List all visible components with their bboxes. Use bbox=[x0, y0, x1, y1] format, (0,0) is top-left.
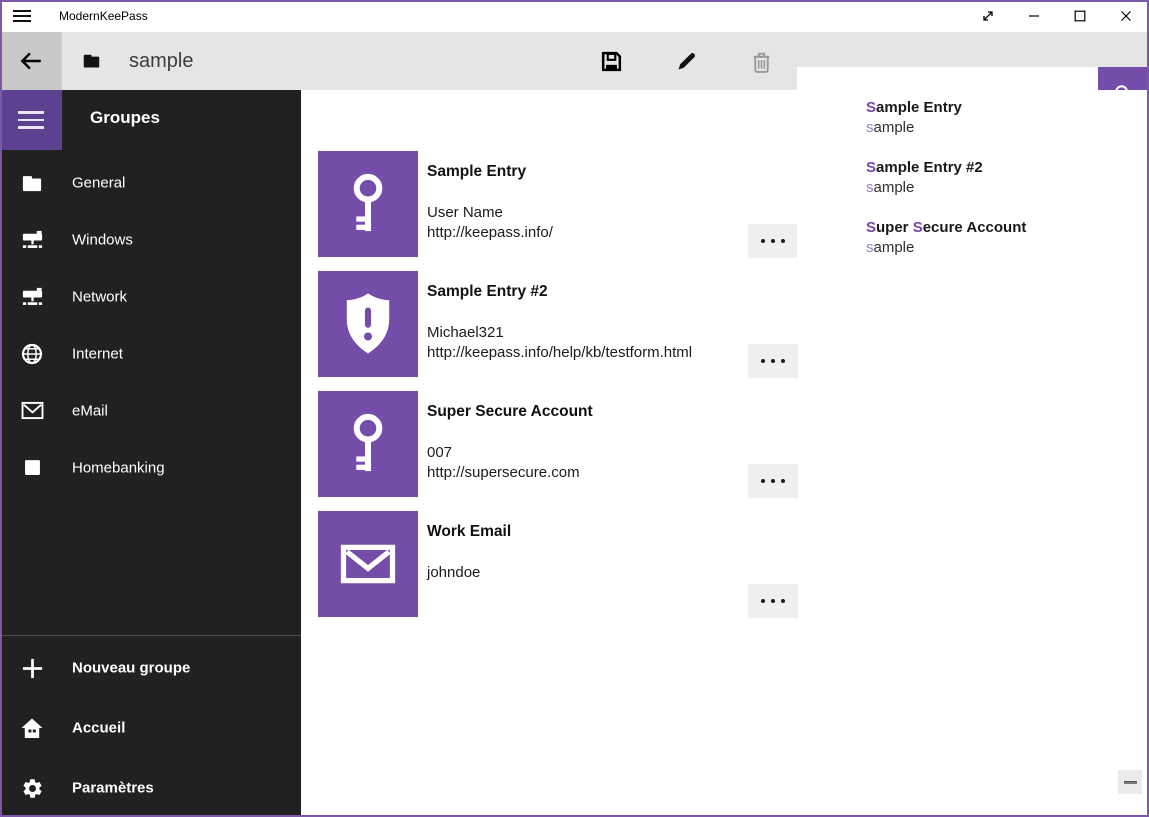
plus-icon bbox=[20, 656, 44, 680]
more-button[interactable] bbox=[748, 584, 798, 618]
entry-title: Work Email bbox=[427, 523, 511, 541]
highlighted-text: S bbox=[913, 219, 923, 236]
titlebar: ModernKeePass bbox=[0, 0, 1149, 32]
sidebar: Groupes General Windows Network Internet… bbox=[0, 90, 301, 817]
entry-url: http://keepass.info/ bbox=[427, 223, 553, 243]
ellipsis-icon bbox=[761, 479, 765, 483]
minimize-button[interactable] bbox=[1011, 0, 1057, 32]
sidebar-item-general[interactable]: General bbox=[0, 154, 301, 211]
back-button[interactable] bbox=[0, 32, 62, 90]
new-group-button[interactable]: Nouveau groupe bbox=[0, 638, 301, 698]
highlighted-text: s bbox=[866, 119, 874, 136]
folder-icon bbox=[20, 171, 44, 195]
minus-icon bbox=[1124, 781, 1137, 784]
entry-title: Sample Entry #2 bbox=[427, 283, 548, 301]
database-folder-icon bbox=[82, 52, 101, 74]
entry-row-sample-entry[interactable]: Sample Entry User Name http://keepass.in… bbox=[318, 151, 798, 257]
home-button[interactable]: Accueil bbox=[0, 698, 301, 758]
entry-row-sample-entry-2[interactable]: Sample Entry #2 Michael321 http://keepas… bbox=[318, 271, 798, 377]
entry-url: http://supersecure.com bbox=[427, 463, 580, 483]
delete-button[interactable] bbox=[737, 37, 785, 85]
key-icon bbox=[345, 412, 391, 476]
save-button[interactable] bbox=[587, 37, 635, 85]
close-icon bbox=[1120, 10, 1132, 22]
sidebar-item-network[interactable]: Network bbox=[0, 268, 301, 325]
entry-url: http://keepass.info/help/kb/testform.htm… bbox=[427, 343, 692, 363]
titlebar-hamburger-icon[interactable] bbox=[13, 8, 33, 24]
shield-exclamation-icon bbox=[339, 291, 397, 357]
search-result-item[interactable]: Sample Entry sample bbox=[797, 98, 1147, 150]
sidebar-hamburger-button[interactable] bbox=[0, 90, 62, 150]
save-icon bbox=[599, 49, 624, 74]
edit-button[interactable] bbox=[663, 37, 711, 85]
highlighted-text: s bbox=[866, 179, 874, 196]
ellipsis-icon bbox=[761, 599, 765, 603]
entry-row-super-secure-account[interactable]: Super Secure Account 007 http://supersec… bbox=[318, 391, 798, 497]
entry-username: johndoe bbox=[427, 563, 480, 583]
entry-tile bbox=[318, 271, 418, 377]
sidebar-item-email[interactable]: eMail bbox=[0, 382, 301, 439]
entry-username: User Name bbox=[427, 203, 503, 223]
back-arrow-icon bbox=[18, 48, 44, 74]
search-result-item[interactable]: Super Secure Account sample bbox=[797, 218, 1147, 270]
globe-icon bbox=[20, 342, 44, 366]
envelope-icon bbox=[340, 542, 396, 586]
diagonal-resize-icon bbox=[981, 9, 995, 23]
more-button[interactable] bbox=[748, 344, 798, 378]
database-title: sample bbox=[129, 32, 193, 90]
ellipsis-icon bbox=[761, 359, 765, 363]
network-device-icon bbox=[20, 285, 44, 309]
more-button[interactable] bbox=[748, 464, 798, 498]
minimize-icon bbox=[1028, 10, 1040, 22]
pencil-icon bbox=[675, 49, 699, 73]
window-controls bbox=[965, 0, 1149, 32]
highlighted-text: S bbox=[866, 219, 876, 236]
close-button[interactable] bbox=[1103, 0, 1149, 32]
entry-tile bbox=[318, 511, 418, 617]
maximize-icon bbox=[1074, 10, 1086, 22]
sidebar-divider bbox=[0, 635, 301, 636]
settings-button[interactable]: Paramètres bbox=[0, 758, 301, 817]
highlighted-text: s bbox=[866, 239, 874, 256]
app-title: ModernKeePass bbox=[59, 0, 148, 32]
highlighted-text: S bbox=[866, 159, 876, 176]
fullscreen-button[interactable] bbox=[965, 0, 1011, 32]
entry-tile bbox=[318, 391, 418, 497]
groups-heading: Groupes bbox=[90, 108, 160, 128]
highlighted-text: S bbox=[866, 99, 876, 116]
sidebar-item-internet[interactable]: Internet bbox=[0, 325, 301, 382]
network-device-icon bbox=[20, 228, 44, 252]
entry-tile bbox=[318, 151, 418, 257]
maximize-button[interactable] bbox=[1057, 0, 1103, 32]
entry-title: Sample Entry bbox=[427, 163, 526, 181]
hamburger-icon bbox=[18, 111, 44, 129]
key-icon bbox=[345, 172, 391, 236]
envelope-icon bbox=[20, 399, 44, 423]
home-icon bbox=[20, 716, 44, 740]
entry-username: 007 bbox=[427, 443, 452, 463]
entry-row-work-email[interactable]: Work Email johndoe bbox=[318, 511, 798, 617]
sidebar-item-windows[interactable]: Windows bbox=[0, 211, 301, 268]
entry-username: Michael321 bbox=[427, 323, 504, 343]
sidebar-item-homebanking[interactable]: Homebanking bbox=[0, 439, 301, 496]
search-results-dropdown: Sample Entry sample Sample Entry #2 samp… bbox=[797, 90, 1147, 272]
entry-title: Super Secure Account bbox=[427, 403, 593, 421]
gear-icon bbox=[20, 776, 44, 800]
ellipsis-icon bbox=[761, 239, 765, 243]
modernkeepass-window: ModernKeePass sample bbox=[0, 0, 1149, 817]
search-result-item[interactable]: Sample Entry #2 sample bbox=[797, 158, 1147, 210]
zoom-out-button[interactable] bbox=[1118, 770, 1142, 794]
more-button[interactable] bbox=[748, 224, 798, 258]
trash-icon bbox=[749, 49, 774, 74]
square-icon bbox=[20, 456, 44, 480]
command-bar: sample bbox=[0, 32, 1149, 90]
